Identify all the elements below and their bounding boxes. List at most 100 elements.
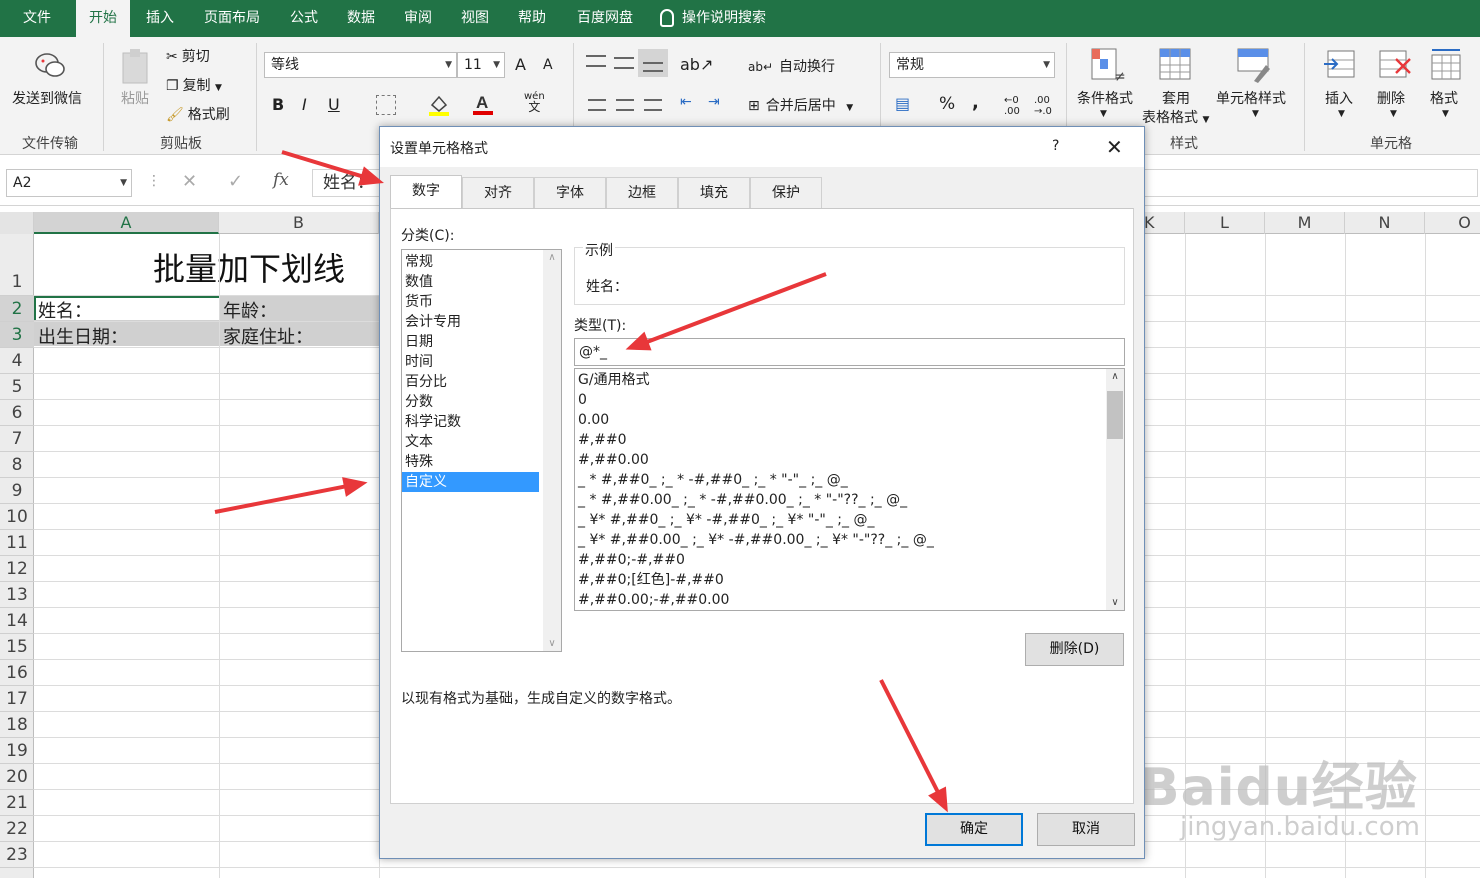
- row-header[interactable]: 12: [0, 556, 34, 582]
- row-header[interactable]: 13: [0, 582, 34, 608]
- cut-button[interactable]: ✂ 剪切: [166, 46, 210, 66]
- column-header-a[interactable]: A: [34, 212, 219, 234]
- format-code-item[interactable]: #,##0: [575, 430, 1124, 450]
- format-code-item[interactable]: #,##0.00: [575, 450, 1124, 470]
- category-item[interactable]: 日期: [402, 332, 539, 352]
- cancel-button[interactable]: 取消: [1037, 813, 1135, 846]
- row-header[interactable]: 21: [0, 790, 34, 816]
- fill-color-icon[interactable]: [428, 93, 450, 117]
- help-button[interactable]: ?: [1052, 138, 1059, 154]
- row-header[interactable]: 19: [0, 738, 34, 764]
- cell-a2[interactable]: 姓名：: [34, 297, 92, 323]
- tab-file[interactable]: 文件: [8, 0, 66, 37]
- row-header[interactable]: 23: [0, 842, 34, 868]
- dialog-tab-border[interactable]: 边框: [606, 177, 678, 209]
- align-top-icon[interactable]: [586, 55, 606, 67]
- row-header[interactable]: 9: [0, 478, 34, 504]
- format-code-item[interactable]: 0.00: [575, 410, 1124, 430]
- column-header-o[interactable]: O: [1425, 212, 1480, 234]
- dialog-tab-fill[interactable]: 填充: [678, 177, 750, 209]
- row-header[interactable]: 11: [0, 530, 34, 556]
- bold-button[interactable]: B: [272, 95, 284, 114]
- delete-format-button[interactable]: 删除(D): [1025, 633, 1124, 666]
- percent-button[interactable]: %: [939, 94, 955, 114]
- row-header[interactable]: 14: [0, 608, 34, 634]
- font-color-icon[interactable]: A: [472, 91, 494, 117]
- select-all-corner[interactable]: [0, 212, 34, 234]
- font-name-select[interactable]: 等线 ▼: [264, 52, 457, 78]
- category-item[interactable]: 货币: [402, 292, 539, 312]
- category-item[interactable]: 百分比: [402, 372, 539, 392]
- name-box[interactable]: A2 ▼: [6, 169, 132, 197]
- format-scrollbar[interactable]: ∧ ∨: [1106, 369, 1124, 610]
- row-header[interactable]: 15: [0, 634, 34, 660]
- tab-review[interactable]: 审阅: [394, 0, 442, 37]
- cell-a3[interactable]: 出生日期：: [34, 323, 128, 349]
- row-header[interactable]: 5: [0, 374, 34, 400]
- tab-home[interactable]: 开始: [76, 0, 130, 37]
- format-code-item[interactable]: #,##0;-#,##0: [575, 550, 1124, 570]
- format-code-item[interactable]: G/通用格式: [575, 370, 1124, 390]
- format-painter-button[interactable]: 🖌 格式刷: [166, 104, 230, 124]
- dialog-tab-number[interactable]: 数字: [390, 175, 462, 209]
- category-item[interactable]: 会计专用: [402, 312, 539, 332]
- delete-button[interactable]: 删除: [1377, 88, 1405, 108]
- shrink-font-button[interactable]: A: [543, 57, 553, 73]
- category-item[interactable]: 自定义: [402, 472, 539, 492]
- row-header[interactable]: 20: [0, 764, 34, 790]
- column-header-b[interactable]: B: [219, 212, 379, 234]
- format-button[interactable]: 格式: [1430, 88, 1458, 108]
- cell-a1-merged[interactable]: 批量加下划线: [34, 234, 379, 296]
- format-code-item[interactable]: #,##0;[红色]-#,##0: [575, 570, 1124, 590]
- align-middle-icon[interactable]: [614, 57, 634, 69]
- row-header[interactable]: 10: [0, 504, 34, 530]
- decrease-indent-icon[interactable]: ⇤: [680, 94, 692, 110]
- increase-decimal-icon[interactable]: ←0.00: [1004, 95, 1020, 117]
- decrease-decimal-icon[interactable]: .00 →.0: [1034, 95, 1052, 117]
- row-header[interactable]: 3: [0, 322, 34, 348]
- row-header[interactable]: 18: [0, 712, 34, 738]
- orientation-icon[interactable]: ab↗: [680, 55, 713, 74]
- tab-page-layout[interactable]: 页面布局: [196, 0, 268, 37]
- category-item[interactable]: 科学记数: [402, 412, 539, 432]
- ok-button[interactable]: 确定: [925, 813, 1023, 846]
- category-item[interactable]: 数值: [402, 272, 539, 292]
- format-code-item[interactable]: _ ¥* #,##0_ ;_ ¥* -#,##0_ ;_ ¥* "-"_ ;_ …: [575, 510, 1124, 530]
- font-size-select[interactable]: 11 ▼: [457, 52, 505, 78]
- close-icon[interactable]: ✕: [1106, 135, 1123, 159]
- align-left-icon[interactable]: [588, 99, 606, 111]
- row-header[interactable]: 8: [0, 452, 34, 478]
- row-header[interactable]: 7: [0, 426, 34, 452]
- italic-button[interactable]: I: [302, 95, 307, 114]
- send-to-wechat-button[interactable]: 发送到微信: [12, 88, 82, 108]
- insert-button[interactable]: 插入: [1325, 88, 1353, 108]
- format-code-item[interactable]: _ * #,##0.00_ ;_ * -#,##0.00_ ;_ * "-"??…: [575, 490, 1124, 510]
- row-header[interactable]: 4: [0, 348, 34, 374]
- row-header[interactable]: 17: [0, 686, 34, 712]
- confirm-entry-icon[interactable]: ✓: [228, 171, 243, 192]
- tab-baidu-netdisk[interactable]: 百度网盘: [566, 0, 644, 37]
- category-item[interactable]: 文本: [402, 432, 539, 452]
- conditional-format-button[interactable]: 条件格式: [1077, 88, 1133, 108]
- format-code-list[interactable]: G/通用格式 0 0.00 #,##0 #,##0.00 _ * #,##0_ ;_ * …: [574, 368, 1125, 611]
- tab-help[interactable]: 帮助: [508, 0, 556, 37]
- format-code-item[interactable]: _ * #,##0_ ;_ * -#,##0_ ;_ * "-"_ ;_ @_: [575, 470, 1124, 490]
- tab-formulas[interactable]: 公式: [280, 0, 328, 37]
- column-header-m[interactable]: M: [1265, 212, 1345, 234]
- align-center-icon[interactable]: [616, 99, 634, 111]
- cell-b2[interactable]: 年龄：: [219, 297, 277, 323]
- increase-indent-icon[interactable]: ⇥: [708, 94, 720, 110]
- category-item[interactable]: 特殊: [402, 452, 539, 472]
- dialog-tab-alignment[interactable]: 对齐: [462, 177, 534, 209]
- comma-button[interactable]: ,: [972, 92, 979, 113]
- column-header-k[interactable]: K: [1144, 212, 1185, 234]
- tab-data[interactable]: 数据: [337, 0, 385, 37]
- cancel-entry-icon[interactable]: ✕: [182, 171, 197, 192]
- underline-button[interactable]: U: [328, 95, 340, 114]
- format-scroll-thumb[interactable]: [1107, 391, 1123, 439]
- align-bottom-icon[interactable]: [638, 49, 668, 77]
- grow-font-button[interactable]: A: [515, 55, 526, 74]
- cell-b3[interactable]: 家庭住址：: [219, 323, 313, 349]
- category-item[interactable]: 常规: [402, 252, 539, 272]
- merge-center-button[interactable]: ⊞ 合并后居中 ▼: [748, 95, 853, 115]
